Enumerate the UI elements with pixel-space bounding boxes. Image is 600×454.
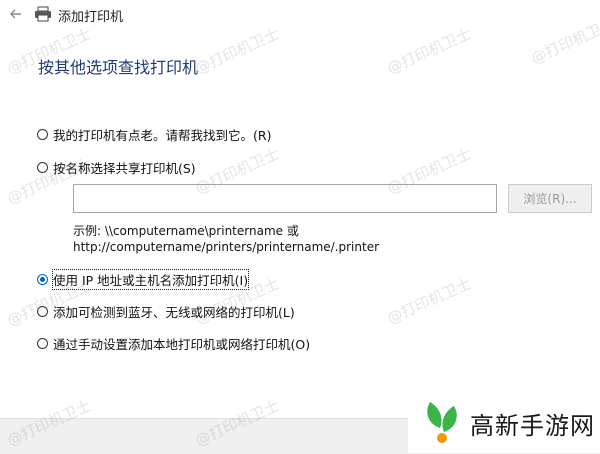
printer-name-input[interactable] (73, 184, 497, 213)
option-manual-setup[interactable]: 通过手动设置添加本地打印机或网络打印机(O) (37, 334, 310, 352)
option-shared-by-name[interactable]: 按名称选择共享打印机(S) (37, 158, 196, 176)
option-shared-by-name-label: 按名称选择共享打印机(S) (53, 160, 196, 176)
radio-shared-by-name[interactable] (37, 161, 48, 173)
option-ip-address-label: 使用 IP 地址或主机名添加打印机(I) (51, 268, 250, 290)
example-line-2: http://computername/printers/printername… (73, 240, 380, 254)
page-heading: 按其他选项查找打印机 (38, 58, 199, 77)
option-old-printer-label: 我的打印机有点老。请帮我找到它。(R) (53, 127, 272, 143)
title-bar: 添加打印机 (0, 0, 600, 30)
brand-logo: 高新手游网 (408, 392, 600, 453)
watermark-text: @打印机卫士 (192, 24, 282, 78)
watermark-text: @打印机卫士 (384, 24, 474, 78)
option-bluetooth-wireless-label: 添加可检测到蓝牙、无线或网络的打印机(L) (53, 304, 295, 320)
printer-icon (35, 6, 51, 22)
option-bluetooth-wireless[interactable]: 添加可检测到蓝牙、无线或网络的打印机(L) (37, 302, 295, 320)
leaf-logo-icon (427, 402, 457, 443)
back-arrow-icon[interactable] (6, 4, 26, 24)
watermark-text: @打印机卫士 (384, 274, 474, 328)
option-old-printer[interactable]: 我的打印机有点老。请帮我找到它。(R) (37, 125, 271, 143)
brand-text: 高新手游网 (470, 412, 595, 440)
example-line-1: 示例: \\computername\printername 或 (73, 224, 299, 238)
radio-old-printer[interactable] (37, 128, 48, 140)
window-title: 添加打印机 (58, 10, 124, 25)
option-ip-address[interactable]: 使用 IP 地址或主机名添加打印机(I) (37, 268, 250, 290)
browse-button[interactable]: 浏览(R)... (508, 184, 592, 213)
radio-ip-address[interactable] (37, 273, 48, 285)
option-manual-setup-label: 通过手动设置添加本地打印机或网络打印机(O) (53, 336, 311, 352)
radio-manual-setup[interactable] (37, 337, 48, 349)
radio-bluetooth-wireless[interactable] (37, 305, 48, 317)
